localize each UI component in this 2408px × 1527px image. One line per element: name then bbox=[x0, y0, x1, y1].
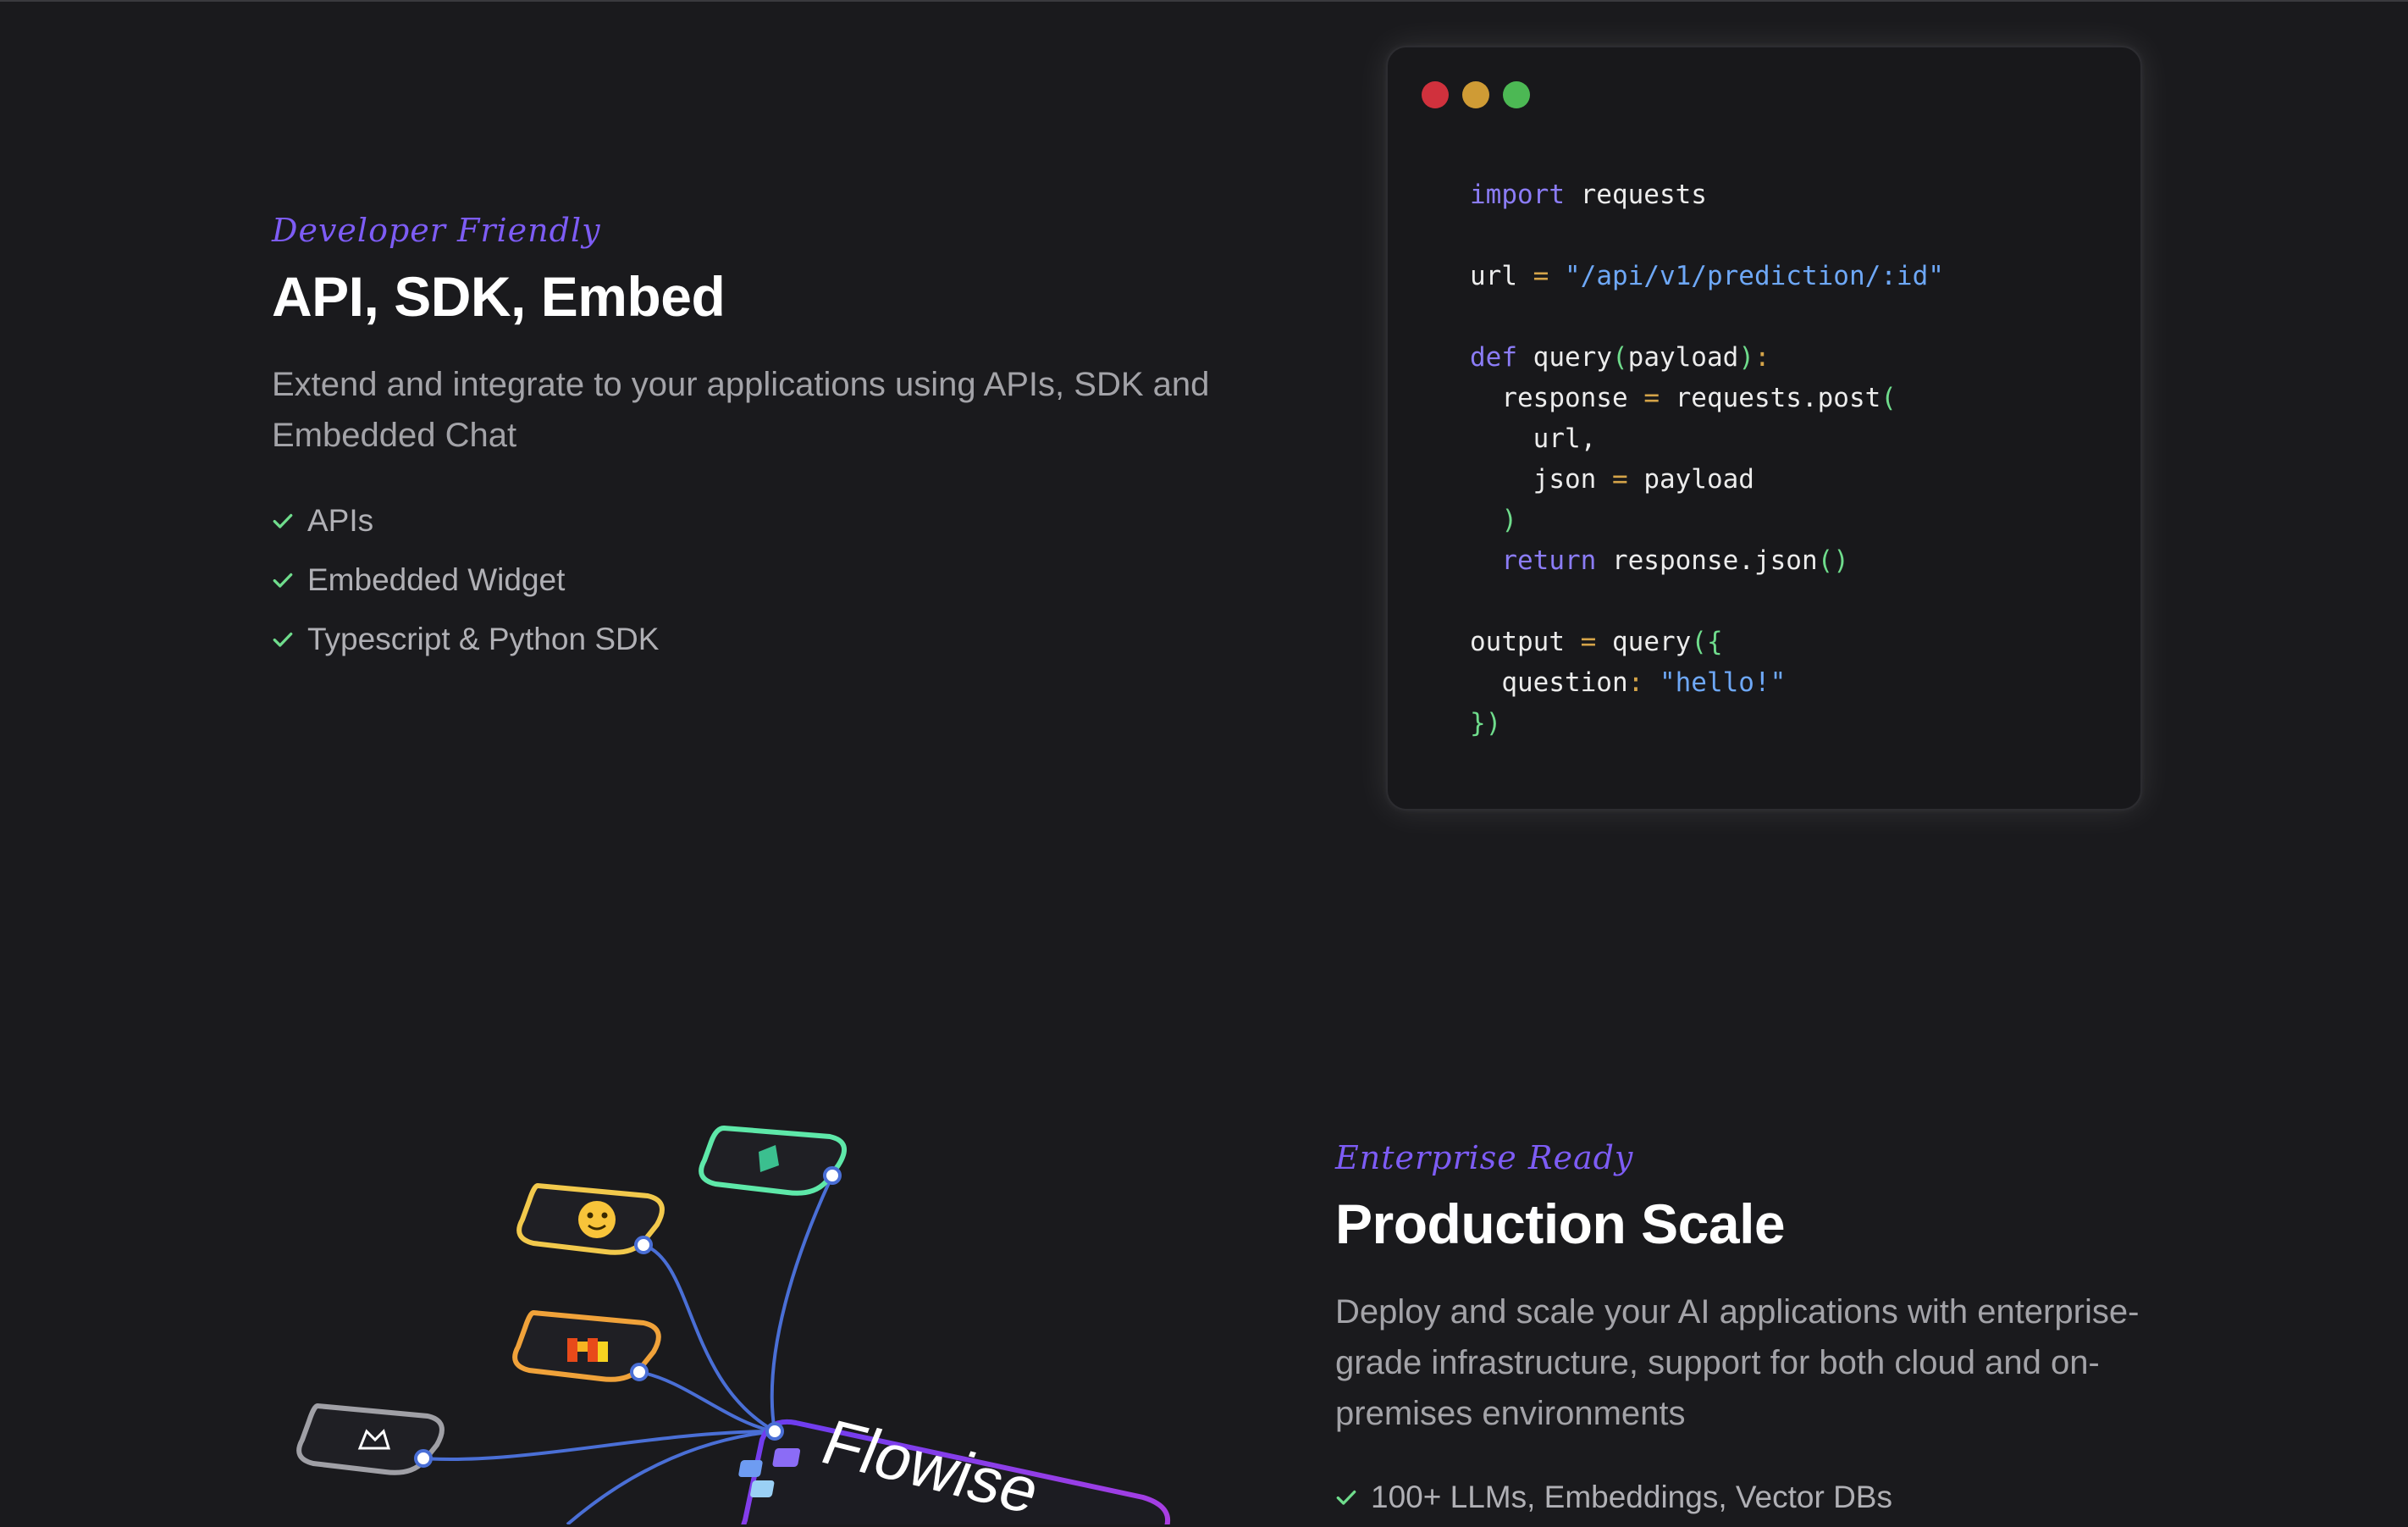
window-controls bbox=[1422, 81, 1530, 108]
mistral-icon bbox=[512, 1309, 661, 1382]
feature-list: 100+ LLMs, Embeddings, Vector DBs bbox=[1335, 1468, 2182, 1527]
minimize-dot bbox=[1462, 81, 1489, 108]
feature-item: APIs bbox=[272, 491, 1237, 550]
section-description: Extend and integrate to your application… bbox=[272, 366, 1210, 454]
feature-item: Typescript & Python SDK bbox=[272, 610, 1237, 669]
feature-label: 100+ LLMs, Embeddings, Vector DBs bbox=[1371, 1480, 1892, 1514]
feature-item: 100+ LLMs, Embeddings, Vector DBs bbox=[1335, 1468, 2182, 1527]
feature-label: APIs bbox=[307, 503, 374, 538]
section-title: API, SDK, Embed bbox=[272, 265, 726, 328]
production-scale-section: Enterprise Ready Production Scale Deploy… bbox=[1335, 1139, 2182, 1527]
feature-label: Embedded Widget bbox=[307, 562, 566, 597]
section-description: Deploy and scale your AI applications wi… bbox=[1335, 1293, 2140, 1432]
flowise-card: Flowise bbox=[738, 1408, 1170, 1524]
code-line: def query(payload): bbox=[1470, 342, 1770, 373]
code-line: json = payload bbox=[1470, 464, 1754, 495]
code-line: ) bbox=[1501, 505, 1517, 535]
huggingface-icon bbox=[516, 1182, 665, 1255]
code-line: import requests bbox=[1470, 180, 1707, 210]
feature-label: Typescript & Python SDK bbox=[307, 622, 660, 656]
section-eyebrow: Developer Friendly bbox=[272, 212, 601, 249]
code-line: question: "hello!" bbox=[1470, 667, 1787, 698]
code-line: url = "/api/v1/prediction/:id" bbox=[1470, 261, 1944, 291]
llama-icon bbox=[296, 1403, 445, 1475]
maximize-dot bbox=[1503, 81, 1530, 108]
integration-illustration: Flowise bbox=[296, 1125, 1170, 1524]
close-dot bbox=[1422, 81, 1449, 108]
section-eyebrow: Enterprise Ready bbox=[1335, 1139, 1634, 1176]
feature-list: APIs Embedded Widget Typescript & Python… bbox=[272, 491, 1237, 669]
code-line: output = query({ bbox=[1470, 627, 1723, 657]
top-divider bbox=[0, 0, 2408, 2]
leaf-node-icon bbox=[699, 1125, 848, 1196]
code-line: return response.json() bbox=[1501, 545, 1849, 576]
code-window: import requests url = "/api/v1/predictio… bbox=[1386, 46, 2142, 811]
check-icon bbox=[273, 513, 293, 528]
check-icon bbox=[273, 573, 293, 588]
code-block: import requests url = "/api/v1/predictio… bbox=[1470, 174, 1944, 744]
api-sdk-section: Developer Friendly API, SDK, Embed Exten… bbox=[272, 212, 1237, 669]
code-line: }) bbox=[1470, 708, 1502, 739]
check-icon bbox=[273, 632, 293, 647]
check-icon bbox=[1336, 1490, 1356, 1505]
section-title: Production Scale bbox=[1335, 1192, 1786, 1255]
feature-item: Embedded Widget bbox=[272, 550, 1237, 610]
code-line: response = requests.post( bbox=[1470, 383, 1897, 413]
code-line: url, bbox=[1470, 423, 1597, 454]
